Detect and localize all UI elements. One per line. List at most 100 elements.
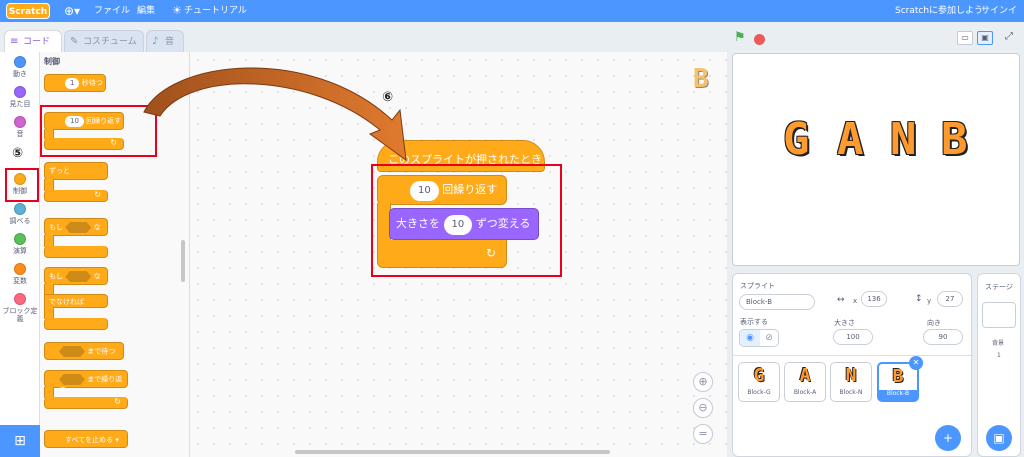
category-looks[interactable]: 見た目 — [0, 86, 40, 108]
join-scratch-link[interactable]: Scratchに参加しよう — [895, 0, 983, 22]
show-eye-icon[interactable]: ◉ — [740, 330, 760, 346]
stage-header: ⚑ ▭ ▣ ⤢ — [727, 22, 1024, 52]
repeat-until-footer: ↻ — [44, 397, 128, 409]
zoom-in-button[interactable]: ⊕ — [693, 372, 713, 392]
zoom-in-icon: ⊕ — [698, 375, 708, 388]
tab-code[interactable]: ≡ コード — [4, 30, 62, 52]
palette-heading: 制御 — [44, 57, 60, 66]
add-extension-button[interactable]: ⊞ — [0, 425, 40, 457]
x-label: x — [853, 297, 858, 305]
variables-dot-icon — [14, 263, 26, 275]
tab-costume[interactable]: ✎ コスチューム — [64, 30, 144, 52]
looks-dot-icon — [14, 86, 26, 98]
sprite-name-input[interactable]: Block-B — [739, 294, 815, 310]
green-flag-icon[interactable]: ⚑ — [734, 30, 746, 45]
condition-slot[interactable] — [59, 346, 85, 357]
size-input[interactable]: 100 — [833, 329, 873, 345]
stage-sprite-b[interactable]: B — [941, 114, 968, 165]
y-input[interactable]: 27 — [937, 291, 963, 307]
sprite-info: スプライト Block-B ↔ x 136 ↕ y 27 表示する ◉ ⊘ 大き… — [733, 274, 973, 356]
zoom-reset-button[interactable]: = — [693, 424, 713, 444]
category-operators[interactable]: 演算 — [0, 233, 40, 255]
condition-slot[interactable] — [59, 374, 85, 385]
script-scrollbar[interactable] — [295, 450, 610, 454]
extension-icon: ⊞ — [14, 433, 26, 449]
stage-sprite-g[interactable]: G — [783, 114, 810, 165]
delete-sprite-icon[interactable]: ✕ — [909, 356, 923, 370]
block-stop[interactable]: すべてを止める ▾ — [44, 430, 128, 448]
current-sprite-indicator: B — [693, 64, 709, 94]
block-wait-until[interactable]: まで待つ — [44, 342, 124, 360]
brush-icon: ✎ — [70, 36, 79, 47]
block-forever[interactable]: ずっと — [44, 162, 108, 180]
direction-label: 向き — [927, 319, 941, 327]
small-stage-button[interactable]: ▭ — [957, 31, 973, 45]
highlight-control-category — [5, 168, 39, 202]
step-6-marker: ⑥ — [382, 90, 394, 105]
sprite-title: スプライト — [740, 282, 775, 290]
y-label: y — [927, 297, 932, 305]
if-else-footer — [44, 318, 108, 330]
image-add-icon: ▣ — [993, 431, 1005, 445]
stage-sprite-n[interactable]: N — [890, 114, 917, 165]
my-blocks-dot-icon — [14, 293, 26, 305]
backdrop-label: 背景 — [992, 340, 1005, 347]
zoom-out-icon: ⊖ — [698, 401, 708, 414]
loop-arrow-icon: ↻ — [94, 190, 101, 199]
condition-slot[interactable] — [65, 271, 92, 282]
sprite-thumb-a[interactable]: A Block-A — [784, 362, 826, 402]
zoom-out-button[interactable]: ⊖ — [693, 398, 713, 418]
sprite-thumb-n[interactable]: N Block-N — [830, 362, 872, 402]
if-else-arm — [44, 284, 54, 294]
sprite-panel: スプライト Block-B ↔ x 136 ↕ y 27 表示する ◉ ⊘ 大き… — [732, 273, 973, 457]
hide-eye-icon[interactable]: ⊘ — [760, 330, 778, 346]
category-my-blocks[interactable]: ブロック定義 — [0, 293, 40, 323]
operators-dot-icon — [14, 233, 26, 245]
choose-backdrop-button[interactable]: ▣ — [986, 425, 1012, 451]
signin-link[interactable]: サインイン — [981, 0, 1024, 38]
stage-thumbnail[interactable] — [982, 302, 1016, 328]
visibility-toggle: ◉ ⊘ — [739, 329, 779, 347]
category-variables[interactable]: 変数 — [0, 263, 40, 285]
x-input[interactable]: 136 — [861, 291, 887, 307]
tab-sound[interactable]: ♪ 音 — [146, 30, 184, 52]
menu-tutorial[interactable]: チュートリアル — [184, 0, 247, 22]
zoom-reset-icon: = — [698, 427, 708, 440]
size-label: 大きさ — [834, 319, 855, 327]
menu-bar: Scratch ⊕▾ ファイル 編集 ☀ チュートリアル Scratchに参加し… — [0, 0, 1024, 38]
category-sound[interactable]: 音 — [0, 116, 40, 138]
forever-footer: ↻ — [44, 190, 108, 202]
sprite-thumb-g[interactable]: G Block-G — [738, 362, 780, 402]
if-footer — [44, 246, 108, 258]
stop-icon[interactable] — [754, 34, 765, 45]
fullscreen-icon[interactable]: ⤢ — [1001, 31, 1017, 45]
lightbulb-icon: ☀ — [172, 4, 182, 17]
normal-stage-button[interactable]: ▣ — [977, 31, 993, 45]
block-repeat-until[interactable]: まで繰り返す — [44, 370, 128, 394]
menu-edit[interactable]: 編集 — [137, 0, 155, 22]
step-5-marker: ⑤ — [12, 146, 24, 161]
choose-sprite-button[interactable]: + — [935, 425, 961, 451]
show-label: 表示する — [740, 318, 768, 326]
sound-dot-icon — [14, 116, 26, 128]
editor-tabs: ≡ コード ✎ コスチューム ♪ 音 — [0, 30, 200, 52]
menu-file[interactable]: ファイル — [94, 0, 130, 22]
globe-icon[interactable]: ⊕▾ — [64, 0, 80, 22]
block-wait[interactable]: 1 秒待つ — [44, 74, 106, 92]
palette-scrollbar[interactable] — [181, 240, 185, 282]
stage-sprite-a[interactable]: A — [837, 114, 864, 165]
x-arrows-icon: ↔ — [837, 295, 845, 305]
category-motion[interactable]: 動き — [0, 56, 40, 78]
block-else: でなければ — [44, 294, 108, 308]
condition-slot[interactable] — [65, 222, 92, 233]
block-if[interactable]: もし なら — [44, 218, 108, 242]
y-arrows-icon: ↕ — [915, 294, 923, 304]
direction-input[interactable]: 90 — [923, 329, 963, 345]
loop-arrow-icon: ↻ — [114, 397, 121, 406]
block-if-else[interactable]: もし なら — [44, 267, 108, 291]
category-sensing[interactable]: 調べる — [0, 203, 40, 225]
scratch-logo[interactable]: Scratch — [6, 3, 50, 19]
category-menu: 動き 見た目 音 制御 調べる 演算 変数 ブロック定義 — [0, 52, 40, 457]
cat-add-icon: + — [942, 431, 954, 445]
stage-canvas[interactable]: G A N B — [732, 53, 1020, 266]
